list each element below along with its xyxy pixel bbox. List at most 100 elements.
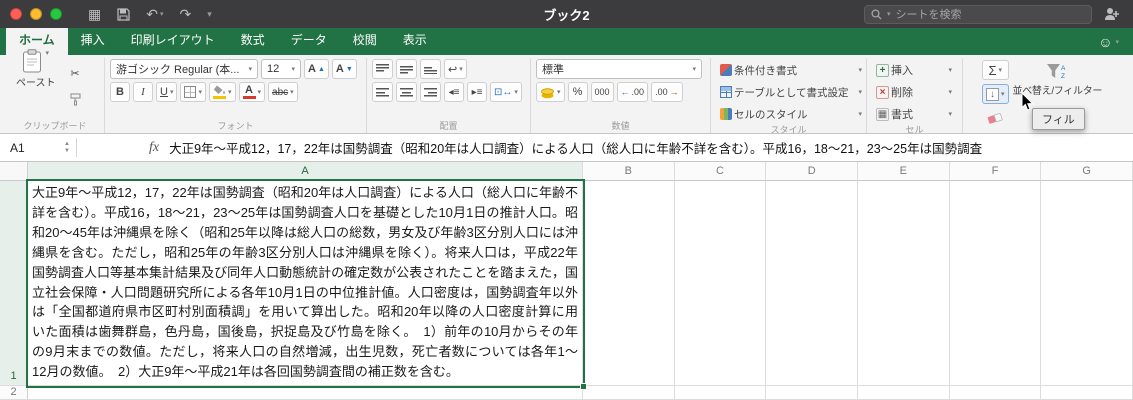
name-box[interactable]: A1 [0,134,58,161]
cell-f2[interactable] [949,386,1042,400]
borders-button[interactable]: ▾ [180,82,206,102]
app-grid-icon[interactable]: ▦ [88,6,101,23]
paste-button[interactable]: ▾ ペースト [11,49,61,89]
minimize-window-button[interactable] [30,8,42,20]
cell-d2[interactable] [766,386,859,400]
save-icon[interactable] [117,7,130,21]
row-header-2[interactable]: 2 [0,386,28,400]
cell-styles-button[interactable]: セルのスタイル ▾ [716,104,866,124]
share-icon[interactable] [1104,7,1121,21]
undo-button[interactable]: ↶ ▾ [146,6,163,23]
grow-font-button[interactable]: A ▲ [304,59,329,79]
column-header-b[interactable]: B [583,162,675,181]
cell-d1[interactable] [766,181,859,386]
cell-b2[interactable] [583,386,675,400]
select-all-corner[interactable] [0,162,28,181]
font-name-value: 游ゴシック Regular (本... [116,64,240,76]
font-name-select[interactable]: 游ゴシック Regular (本... ▾ [110,59,258,79]
column-header-g[interactable]: G [1041,162,1133,181]
cell-styles-icon [720,108,732,120]
increase-decimal-button[interactable]: ← .00 [616,82,649,102]
font-color-button[interactable]: A ▾ [238,82,266,102]
align-middle-button[interactable] [396,59,417,79]
cell-g1[interactable] [1041,181,1133,386]
italic-button[interactable]: I [133,82,153,102]
cell-c2[interactable] [674,386,767,400]
shrink-font-button[interactable]: A ▼ [331,59,357,79]
cell-g2[interactable] [1041,386,1133,400]
cell-f1[interactable] [949,181,1042,386]
percent-style-button[interactable]: % [567,82,588,102]
tab-formulas[interactable]: 数式 [228,26,278,55]
comma-style-button[interactable]: 000 [590,82,614,102]
insert-cells-button[interactable]: + 挿入 ▾ [872,60,956,80]
formula-input[interactable]: 大正9年〜平成12，17，22年は国勢調査（昭和20年は人口調査）による人口（総… [169,138,1133,157]
cell-e2[interactable] [858,386,950,400]
fill-button[interactable]: ↓ ▾ [982,84,1009,104]
toolbar-customize-button[interactable]: ▾ [207,9,212,20]
tab-page-layout[interactable]: 印刷レイアウト [118,26,228,55]
name-box-stepper[interactable]: ▲ ▼ [58,134,76,161]
mouse-cursor [1021,93,1034,111]
column-header-a[interactable]: A [28,162,583,181]
decrease-decimal-button[interactable]: .00 → [651,82,683,102]
paste-caret-icon: ▾ [45,50,49,57]
column-header-e[interactable]: E [858,162,950,181]
paint-bucket-icon [213,85,225,95]
autosum-button[interactable]: Σ ▾ [982,60,1009,80]
align-top-icon [376,64,389,74]
format-painter-button[interactable] [65,89,86,109]
font-color-bar [242,96,256,99]
search-input[interactable]: ▾ シートを検索 [864,4,1092,24]
decrease-indent-icon: ◂≡ [448,86,460,98]
currency-button[interactable]: ▾ [536,82,565,102]
align-right-button[interactable] [420,82,441,102]
cell-a2[interactable] [28,386,583,400]
close-window-button[interactable] [10,8,22,20]
cell-e1[interactable] [858,181,950,386]
underline-button[interactable]: U ▾ [156,82,178,102]
cell-c1[interactable] [674,181,767,386]
strikethrough-button[interactable]: abc ▾ [268,82,298,102]
font-size-value: 12 [267,63,280,75]
group-number: 標準 ▾ ▾ % 000 ← .00 .00 → 数値 [530,58,710,133]
decrease-indent-button[interactable]: ◂≡ [444,82,464,102]
number-format-select[interactable]: 標準 ▾ [536,59,702,79]
fill-color-bar [212,96,226,99]
cell-b1[interactable] [583,181,675,386]
row-header-1[interactable]: 1 [0,181,28,386]
align-bottom-button[interactable] [420,59,441,79]
insert-function-button[interactable]: fx [149,140,159,156]
format-cells-button[interactable]: ▦ 書式 ▾ [872,104,956,124]
align-middle-icon [400,64,413,74]
bold-button[interactable]: B [110,82,130,102]
tab-insert[interactable]: 挿入 [68,26,118,55]
clear-button[interactable] [982,108,1009,128]
merge-cells-button[interactable]: ⊡↔ ▾ [490,82,522,102]
redo-button[interactable]: ↷ [179,6,191,23]
column-header-f[interactable]: F [949,162,1042,181]
cut-button[interactable]: ✂ [65,63,86,83]
tab-view[interactable]: 表示 [390,26,440,55]
format-as-table-button[interactable]: テーブルとして書式設定 ▾ [716,82,866,102]
align-left-button[interactable] [372,82,393,102]
tab-review[interactable]: 校閲 [340,26,390,55]
increase-indent-button[interactable]: ▸≡ [467,82,487,102]
group-label-cells: セル [905,125,924,135]
align-center-button[interactable] [396,82,417,102]
merge-cells-icon: ⊡↔ [494,86,513,98]
column-header-c[interactable]: C [674,162,767,181]
font-size-select[interactable]: 12 ▾ [261,59,301,79]
column-header-d[interactable]: D [766,162,859,181]
tab-data[interactable]: データ [278,26,340,55]
zoom-window-button[interactable] [50,8,62,20]
cell-a1[interactable]: 大正9年〜平成12，17，22年は国勢調査（昭和20年は人口調査）による人口（総… [28,181,583,386]
align-top-button[interactable] [372,59,393,79]
delete-cells-button[interactable]: × 削除 ▾ [872,82,956,102]
fill-color-button[interactable]: ▾ [208,82,236,102]
conditional-formatting-button[interactable]: 条件付き書式 ▾ [716,60,866,80]
font-name-caret-icon: ▾ [248,66,252,73]
feedback-smiley-button[interactable]: ☺ ▾ [1098,34,1119,55]
wrap-text-button[interactable]: ↩ ▾ [444,59,467,79]
group-clipboard: ▾ ペースト ✂ クリップボード [6,49,104,133]
